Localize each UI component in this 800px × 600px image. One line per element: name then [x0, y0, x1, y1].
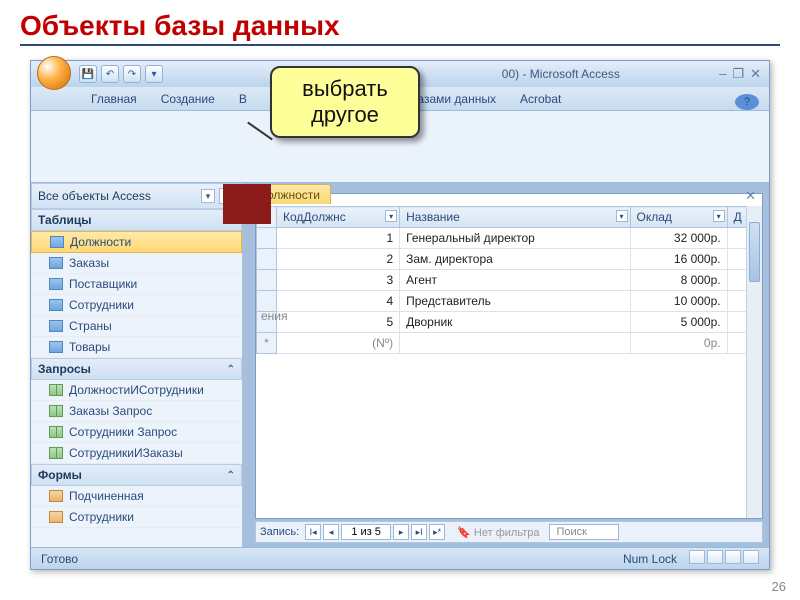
table-row[interactable]: 3Агент8 000р.: [257, 270, 762, 291]
nav-item[interactable]: Подчиненная: [31, 486, 242, 507]
column-header[interactable]: КодДолжнс▾: [277, 207, 400, 228]
restore-button[interactable]: ❐: [732, 66, 744, 82]
data-grid: КодДолжнс▾Название▾Оклад▾Д▾ 1Генеральный…: [256, 206, 762, 518]
column-dropdown-icon[interactable]: ▾: [616, 210, 628, 222]
record-navigator: Запись: I◂ ◂ ▸ ▸I ▸* 🔖 Нет фильтра Поиск: [255, 521, 763, 543]
recnav-first-icon[interactable]: I◂: [305, 524, 321, 540]
nav-header-label: Все объекты Access: [38, 189, 151, 203]
nav-group-таблицы[interactable]: Таблицы⌃: [31, 209, 242, 231]
window-controls: – ❐ ✕: [719, 66, 765, 82]
table-icon: [49, 257, 63, 269]
new-row[interactable]: *(Nº)0р.: [257, 333, 762, 354]
tab-acrobat[interactable]: Acrobat: [508, 88, 573, 110]
recnav-label: Запись:: [260, 526, 299, 538]
datasheet: олжности ✕ КодДолжнс▾Название▾Оклад▾Д▾ 1…: [255, 193, 763, 519]
nav-group-формы[interactable]: Формы⌃: [31, 464, 242, 486]
red-highlight: [223, 184, 271, 224]
query-icon: [49, 384, 63, 396]
column-dropdown-icon[interactable]: ▾: [385, 210, 397, 222]
recnav-position[interactable]: [341, 524, 391, 540]
table-row[interactable]: 4Представитель10 000р.: [257, 291, 762, 312]
nav-item[interactable]: Поставщики: [31, 274, 242, 295]
nav-header[interactable]: Все объекты Access ▾ «: [31, 183, 242, 209]
table-icon: [49, 299, 63, 311]
navigation-pane: Все объекты Access ▾ « Таблицы⌃Должности…: [31, 183, 243, 547]
table-icon: [49, 320, 63, 332]
query-icon: [49, 426, 63, 438]
column-dropdown-icon[interactable]: ▾: [713, 210, 725, 222]
page-number: 26: [772, 579, 786, 594]
table-icon: [49, 341, 63, 353]
minimize-button[interactable]: –: [719, 66, 726, 82]
nav-item[interactable]: Страны: [31, 316, 242, 337]
query-icon: [49, 405, 63, 417]
table-row[interactable]: 5Дворник5 000р.: [257, 312, 762, 333]
table-row[interactable]: 1Генеральный директор32 000р.: [257, 228, 762, 249]
nav-group-запросы[interactable]: Запросы⌃: [31, 358, 242, 380]
quick-access-toolbar: 💾 ↶ ↷ ▾: [79, 65, 163, 83]
truncated-text: ения: [261, 309, 288, 323]
qat-save-icon[interactable]: 💾: [79, 65, 97, 83]
close-button[interactable]: ✕: [750, 66, 761, 82]
slide-title: Объекты базы данных: [0, 0, 800, 44]
table-row[interactable]: 2Зам. директора16 000р.: [257, 249, 762, 270]
vertical-scrollbar[interactable]: [746, 206, 762, 518]
office-button[interactable]: [37, 56, 71, 90]
title-rule: [20, 44, 780, 46]
status-text: Готово: [41, 552, 78, 566]
tab-home[interactable]: Главная: [79, 88, 149, 110]
form-icon: [49, 490, 63, 502]
nav-item[interactable]: СотрудникиИЗаказы: [31, 443, 242, 464]
callout: выбрать другое: [270, 66, 420, 138]
nav-item[interactable]: Сотрудники: [31, 507, 242, 528]
nav-item[interactable]: Заказы: [31, 253, 242, 274]
sheet-close-icon[interactable]: ✕: [745, 188, 756, 204]
table-icon: [50, 236, 64, 248]
nav-item[interactable]: Сотрудники Запрос: [31, 422, 242, 443]
statusbar: Готово Num Lock: [31, 547, 769, 569]
column-header[interactable]: Название▾: [400, 207, 630, 228]
column-header[interactable]: Оклад▾: [630, 207, 727, 228]
nav-item[interactable]: Должности: [31, 231, 242, 253]
form-icon: [49, 511, 63, 523]
nav-item[interactable]: Товары: [31, 337, 242, 358]
recnav-last-icon[interactable]: ▸I: [411, 524, 427, 540]
query-icon: [49, 447, 63, 459]
view-switcher[interactable]: [687, 550, 759, 567]
help-icon[interactable]: ?: [735, 94, 759, 110]
numlock-indicator: Num Lock: [623, 552, 677, 566]
tab-external-partial[interactable]: В: [227, 88, 259, 110]
nav-item[interactable]: ДолжностиИСотрудники: [31, 380, 242, 401]
nav-dropdown-icon[interactable]: ▾: [201, 189, 215, 203]
recnav-new-icon[interactable]: ▸*: [429, 524, 445, 540]
tab-create[interactable]: Создание: [149, 88, 227, 110]
recnav-prev-icon[interactable]: ◂: [323, 524, 339, 540]
recnav-search[interactable]: Поиск: [549, 524, 619, 540]
window-title: Фирма : ба 00) - Microsoft Access: [175, 67, 719, 81]
nav-item[interactable]: Заказы Запрос: [31, 401, 242, 422]
table-icon: [49, 278, 63, 290]
qat-dropdown-icon[interactable]: ▾: [145, 65, 163, 83]
recnav-next-icon[interactable]: ▸: [393, 524, 409, 540]
nav-item[interactable]: Сотрудники: [31, 295, 242, 316]
document-area: олжности ✕ КодДолжнс▾Название▾Оклад▾Д▾ 1…: [243, 183, 769, 547]
qat-redo-icon[interactable]: ↷: [123, 65, 141, 83]
recnav-filter[interactable]: 🔖 Нет фильтра: [457, 526, 539, 539]
qat-undo-icon[interactable]: ↶: [101, 65, 119, 83]
